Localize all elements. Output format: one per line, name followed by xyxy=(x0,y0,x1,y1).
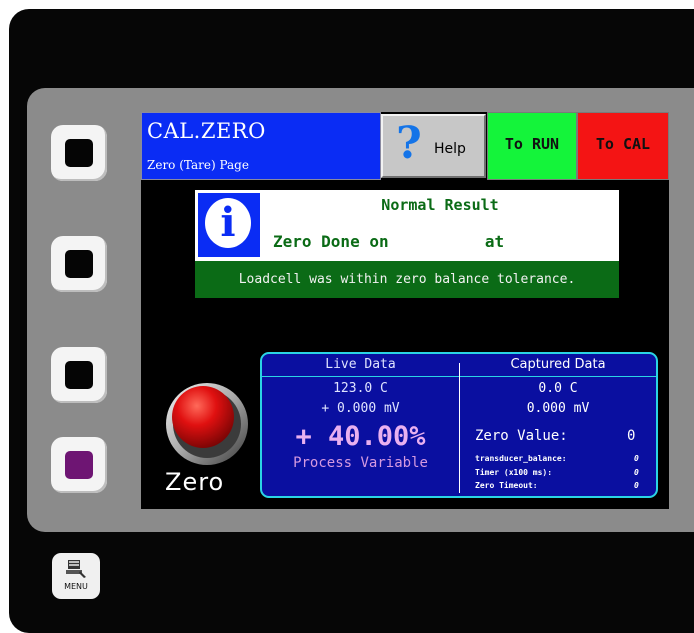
result-message-header: i Normal Result Zero Done on at xyxy=(195,190,619,261)
result-heading: Normal Result xyxy=(381,196,499,214)
captured-data-heading: Captured Data xyxy=(510,357,606,372)
process-variable-value: + 40.00% xyxy=(295,421,426,452)
info-icon: i xyxy=(198,193,260,257)
menu-icon xyxy=(66,560,86,578)
live-millivolts: + 0.000 mV xyxy=(321,401,400,416)
to-run-label: To RUN xyxy=(504,135,560,153)
data-panel: Live Data 123.0 C + 0.000 mV + 40.00% Pr… xyxy=(260,352,658,498)
page-subtitle: Zero (Tare) Page xyxy=(147,158,249,172)
zero-value-label: Zero Value: xyxy=(475,428,568,444)
softkey-4[interactable] xyxy=(51,437,107,493)
softkey-4-cap xyxy=(65,451,93,479)
to-run-button[interactable]: To RUN xyxy=(487,112,577,180)
live-data-heading: Live Data xyxy=(325,357,396,372)
help-label: Help xyxy=(434,141,466,157)
softkey-2-cap xyxy=(65,250,93,278)
result-message-box: i Normal Result Zero Done on at Loadcell… xyxy=(195,190,619,300)
menu-label: MENU xyxy=(64,582,88,591)
transducer-balance-label: transducer_balance: xyxy=(475,454,567,463)
help-button[interactable]: ? Help xyxy=(381,114,486,178)
page-title-box: CAL.ZERO Zero (Tare) Page xyxy=(141,112,381,180)
zero-value: 0 xyxy=(627,428,636,444)
page-title: CAL.ZERO xyxy=(147,119,266,143)
timer-label: Timer (x100 ms): xyxy=(475,468,553,477)
captured-temperature: 0.0 C xyxy=(538,381,578,396)
display-screen: CAL.ZERO Zero (Tare) Page ? Help To RUN … xyxy=(141,112,669,509)
zero-timeout-value: 0 xyxy=(634,481,639,490)
menu-button[interactable]: MENU xyxy=(52,553,100,599)
result-detail: Loadcell was within zero balance toleran… xyxy=(195,261,619,298)
softkey-1[interactable] xyxy=(51,125,107,181)
softkey-3[interactable] xyxy=(51,347,107,403)
process-variable-label: Process Variable xyxy=(293,455,428,471)
live-temperature: 123.0 C xyxy=(333,381,388,396)
softkey-1-cap xyxy=(65,139,93,167)
zero-button-label: Zero xyxy=(165,468,225,496)
zero-button-icon[interactable] xyxy=(159,376,251,476)
transducer-balance-value: 0 xyxy=(634,454,639,463)
to-cal-button[interactable]: To CAL xyxy=(577,112,669,180)
softkey-2[interactable] xyxy=(51,236,107,292)
question-mark-icon: ? xyxy=(396,118,422,169)
zero-timeout-label: Zero Timeout: xyxy=(475,481,538,490)
result-line: Zero Done on at xyxy=(273,232,505,251)
to-cal-label: To CAL xyxy=(595,135,651,153)
softkey-3-cap xyxy=(65,361,93,389)
timer-value: 0 xyxy=(634,468,639,477)
captured-millivolts: 0.000 mV xyxy=(526,401,590,416)
